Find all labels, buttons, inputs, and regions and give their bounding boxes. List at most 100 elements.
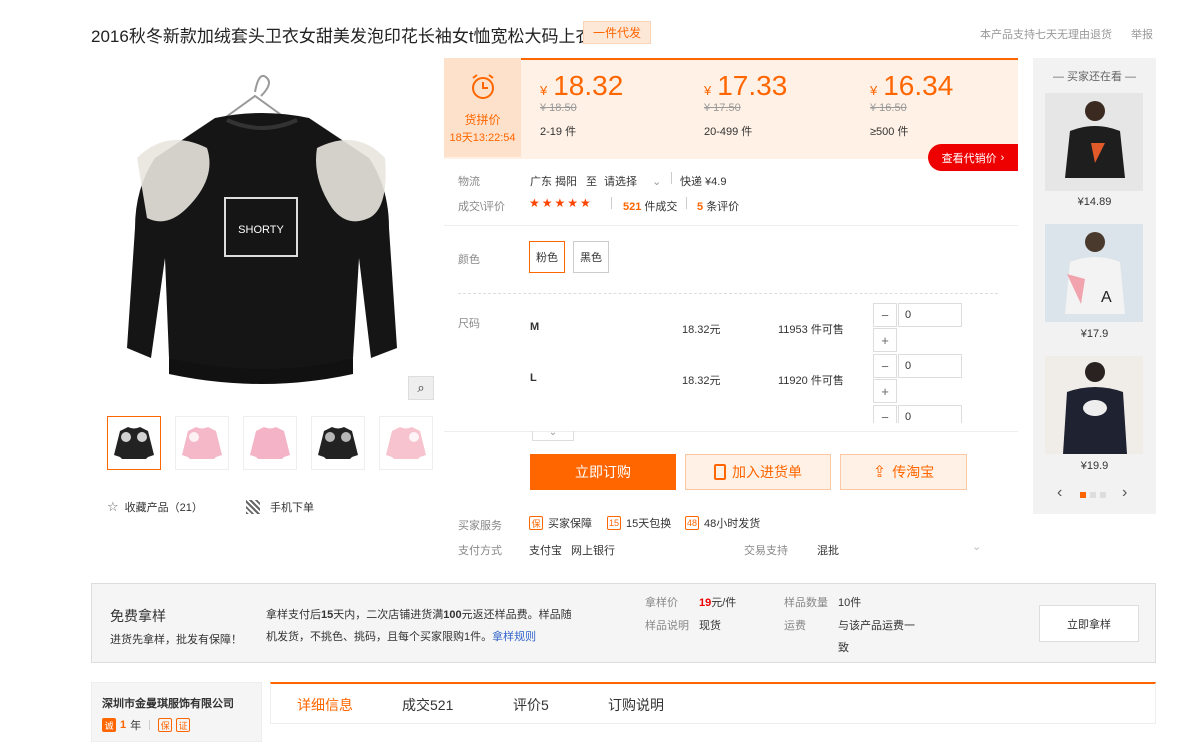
free-sample-section bbox=[91, 583, 1156, 663]
thumbnail-1[interactable] bbox=[107, 416, 161, 470]
currency-symbol: ¥ bbox=[540, 83, 548, 98]
sample-desc-value: 现货 bbox=[699, 620, 721, 632]
get-sample-button[interactable]: 立即拿样 bbox=[1039, 605, 1139, 642]
add-to-cart-button[interactable]: 加入进货单 bbox=[685, 454, 831, 490]
size-row-partial: − 0 bbox=[873, 405, 973, 423]
increment-button[interactable]: + bbox=[873, 379, 897, 403]
increment-button[interactable]: + bbox=[873, 328, 897, 352]
recommended-price: ¥19.9 bbox=[1080, 460, 1109, 472]
sample-freight-value-1: 与该产品运费一 bbox=[838, 620, 915, 632]
divider bbox=[671, 172, 672, 184]
pin-price-tag: 货拼价 18天13:22:54 bbox=[444, 58, 521, 157]
sweatshirt-image: SHORTY bbox=[127, 74, 397, 384]
favorite-label: 收藏产品（21） bbox=[124, 502, 203, 514]
sample-title: 免费拿样 bbox=[110, 608, 166, 624]
tier-quantity: 20-499 件 bbox=[704, 126, 753, 138]
mobile-order-button[interactable]: 手机下单 bbox=[246, 499, 314, 515]
chevron-down-icon: ⌄ bbox=[652, 176, 662, 188]
payment-label: 支付方式 bbox=[458, 545, 502, 557]
chevron-down-icon[interactable]: ⌄ bbox=[972, 540, 981, 553]
thumbnail-2[interactable] bbox=[175, 416, 229, 470]
thumbnail-4[interactable] bbox=[311, 416, 365, 470]
send-to-taobao-button[interactable]: ⇪ 传淘宝 bbox=[840, 454, 967, 490]
service-text: 买家保障 bbox=[548, 518, 592, 530]
color-option-black[interactable]: 黑色 bbox=[573, 241, 609, 273]
trust-icon: 诚 bbox=[102, 718, 116, 732]
divider bbox=[444, 225, 1018, 226]
decrement-button[interactable]: − bbox=[873, 303, 897, 327]
sample-desc-label: 样品说明 bbox=[645, 620, 689, 632]
magnifier-icon[interactable]: ⌕ bbox=[408, 376, 434, 400]
company-credentials: 诚 1年 保 证 bbox=[102, 717, 191, 733]
return-policy-link[interactable]: 本产品支持七天无理由退货 bbox=[980, 26, 1112, 42]
dropship-badge: 一件代发 bbox=[583, 21, 652, 44]
tab-deals[interactable]: 成交521 bbox=[402, 695, 453, 715]
service-exchange: 15 15天包换 bbox=[607, 515, 671, 531]
tab-reviews[interactable]: 评价5 bbox=[513, 695, 549, 715]
favorite-button[interactable]: ☆ 收藏产品（21） bbox=[107, 499, 203, 515]
chevron-right-icon: › bbox=[1000, 151, 1005, 164]
decrement-button[interactable]: − bbox=[873, 405, 897, 423]
add-to-cart-label: 加入进货单 bbox=[732, 464, 802, 480]
decrement-button[interactable]: − bbox=[873, 354, 897, 378]
sample-rule-link[interactable]: 拿样规则 bbox=[492, 631, 536, 643]
currency-symbol: ¥ bbox=[870, 83, 878, 98]
sample-count-label: 样品数量 bbox=[784, 597, 828, 609]
divider bbox=[149, 720, 151, 730]
payment-bank: 网上银行 bbox=[571, 545, 615, 557]
main-product-image[interactable]: SHORTY bbox=[107, 58, 417, 403]
tier-price: 17.33 bbox=[717, 70, 788, 101]
company-name[interactable]: 深圳市金曼琪服饰有限公司 bbox=[102, 695, 234, 711]
deals-count[interactable]: 521 件成交 bbox=[623, 198, 677, 214]
trade-label: 成交\评价 bbox=[458, 201, 506, 213]
tier-original-price: ¥ 18.50 bbox=[540, 102, 577, 114]
upload-icon: ⇪ bbox=[872, 464, 887, 481]
star-outline-icon: ☆ bbox=[107, 499, 119, 514]
tab-order-notes[interactable]: 订购说明 bbox=[608, 695, 664, 715]
sample-desc-amount: 100 bbox=[443, 609, 462, 621]
expand-toggle[interactable]: ⌄ bbox=[532, 428, 574, 441]
sample-freight-label: 运费 bbox=[784, 620, 806, 632]
buyer-service-label: 买家服务 bbox=[458, 520, 502, 532]
size-stock: 11953 件可售 bbox=[778, 324, 844, 336]
recommended-item-2[interactable]: A bbox=[1045, 224, 1143, 322]
view-agent-price-button[interactable]: 查看代销价 › bbox=[928, 144, 1018, 171]
destination-select[interactable]: 请选择 ⌄ bbox=[604, 173, 661, 189]
recommended-item-3[interactable] bbox=[1045, 356, 1143, 454]
quantity-input[interactable]: 0 bbox=[898, 303, 962, 327]
tab-details[interactable]: 详细信息 bbox=[297, 695, 353, 715]
alarm-clock-icon bbox=[468, 72, 498, 105]
quantity-input[interactable]: 0 bbox=[898, 405, 962, 423]
thumbnail-3[interactable] bbox=[243, 416, 297, 470]
sample-count-value: 10件 bbox=[838, 597, 862, 609]
color-option-pink[interactable]: 粉色 bbox=[529, 241, 565, 273]
price-tier-3: ¥16.34 ¥ 16.50 ≥500 件 bbox=[870, 70, 953, 139]
certificate-icon: 证 bbox=[176, 718, 191, 732]
service-text: 15天包换 bbox=[626, 518, 672, 530]
sample-price: 19元/件 bbox=[699, 594, 736, 610]
clock-48-icon: 48 bbox=[685, 516, 699, 530]
buyers-also-viewed-panel: — 买家还在看 — ¥14.89 A ¥17.9 ¥19.9 ‹ › bbox=[1033, 58, 1156, 514]
order-now-button[interactable]: 立即订购 bbox=[530, 454, 676, 490]
divider bbox=[444, 431, 1018, 432]
thumbnail-5[interactable] bbox=[379, 416, 433, 470]
recommended-item-1[interactable] bbox=[1045, 93, 1143, 191]
sample-description-line2: 机发货，不挑色、挑码，且每个买家限购1件。拿样规则 bbox=[266, 628, 536, 644]
chevron-down-icon: ⌄ bbox=[548, 427, 558, 438]
size-name: M bbox=[530, 321, 540, 333]
service-shipping: 48 48小时发货 bbox=[685, 515, 760, 531]
quantity-input[interactable]: 0 bbox=[898, 354, 962, 378]
chevron-left-icon[interactable]: ‹ bbox=[1057, 484, 1062, 502]
divider bbox=[458, 293, 998, 294]
chevron-right-icon[interactable]: › bbox=[1122, 484, 1127, 502]
reviews-count[interactable]: 5 条评价 bbox=[697, 198, 739, 214]
tier-original-price: ¥ 17.50 bbox=[704, 102, 741, 114]
mobile-order-label: 手机下单 bbox=[270, 502, 314, 514]
report-link[interactable]: 举报 bbox=[1131, 26, 1153, 42]
rating-stars: ★★★★★ bbox=[529, 196, 593, 210]
tier-price: 16.34 bbox=[883, 70, 954, 101]
qr-code-icon bbox=[246, 500, 260, 514]
deals-text: 件成交 bbox=[644, 201, 678, 213]
destination-select-label: 请选择 bbox=[604, 176, 637, 188]
item-photo: A bbox=[1045, 224, 1143, 322]
